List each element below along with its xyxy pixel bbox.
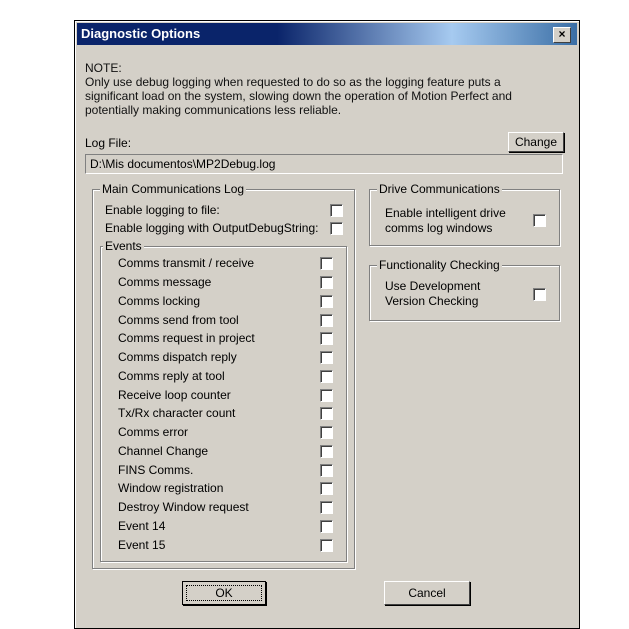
functionality-title: Functionality Checking [377, 258, 502, 272]
event-checkbox[interactable] [320, 482, 333, 495]
event-checkbox[interactable] [320, 445, 333, 458]
ok-button[interactable]: OK [182, 581, 266, 605]
functionality-label: Use Development Version Checking [385, 279, 480, 309]
drive-communications-group: Drive Communications Enable intelligent … [369, 182, 560, 246]
event-label: Comms reply at tool [118, 369, 225, 383]
event-label: Comms dispatch reply [118, 350, 237, 364]
event-row: Comms reply at tool [118, 367, 225, 385]
main-communications-log-group: Main Communications Log Enable logging t… [92, 182, 355, 569]
event-row: Comms message [118, 273, 211, 291]
drive-label: Enable intelligent drive comms log windo… [385, 206, 506, 236]
log-file-label: Log File: [85, 136, 132, 150]
event-label: Comms error [118, 425, 189, 439]
event-row: Comms send from tool [118, 311, 239, 329]
dialog-title: Diagnostic Options [81, 26, 201, 41]
events-group: Events Comms transmit / receive Comms me… [100, 239, 347, 562]
functionality-checking-group: Functionality Checking Use Development V… [369, 258, 560, 321]
diagnostic-options-dialog: Diagnostic Options × NOTE: Only use debu… [74, 20, 580, 629]
event-label: Comms message [118, 275, 212, 289]
dev-version-checkbox[interactable] [533, 288, 546, 301]
event-row: Window registration [118, 479, 223, 497]
event-label: Window registration [118, 481, 224, 495]
cancel-button[interactable]: Cancel [384, 581, 470, 605]
event-checkbox[interactable] [320, 539, 333, 552]
enable-file-label: Enable logging to file: [105, 203, 220, 217]
event-checkbox[interactable] [320, 295, 333, 308]
event-row: Comms transmit / receive [118, 254, 254, 272]
drive-log-checkbox[interactable] [533, 214, 546, 227]
event-row: Receive loop counter [118, 386, 231, 404]
event-row: Comms error [118, 423, 188, 441]
event-checkbox[interactable] [320, 332, 333, 345]
event-label: Event 14 [118, 519, 166, 533]
enable-debugstring-checkbox[interactable] [330, 222, 343, 235]
event-row: Destroy Window request [118, 498, 249, 516]
focus-rect [186, 585, 262, 601]
event-label: Destroy Window request [118, 500, 249, 514]
close-icon[interactable]: × [553, 27, 571, 43]
event-checkbox[interactable] [320, 314, 333, 327]
event-label: Comms transmit / receive [118, 256, 255, 270]
event-checkbox[interactable] [320, 370, 333, 383]
drive-title: Drive Communications [377, 182, 502, 196]
event-checkbox[interactable] [320, 351, 333, 364]
event-label: Receive loop counter [118, 388, 231, 402]
functionality-label-line2: Version Checking [385, 294, 479, 308]
change-button[interactable]: Change [508, 132, 564, 152]
event-row: Channel Change [118, 442, 208, 460]
log-file-field[interactable]: D:\Mis documentos\MP2Debug.log [85, 154, 563, 174]
event-label: Comms locking [118, 294, 201, 308]
cancel-button-label: Cancel [408, 586, 446, 600]
event-checkbox[interactable] [320, 407, 333, 420]
events-title: Events [103, 239, 144, 253]
event-checkbox[interactable] [320, 501, 333, 514]
event-checkbox[interactable] [320, 257, 333, 270]
event-label: Tx/Rx character count [118, 406, 236, 420]
change-button-label: Change [514, 135, 558, 149]
event-row: Comms request in project [118, 329, 255, 347]
event-checkbox[interactable] [320, 426, 333, 439]
event-label: Channel Change [118, 444, 209, 458]
event-checkbox[interactable] [320, 389, 333, 402]
event-label: Event 15 [118, 538, 166, 552]
note-text: Only use debug logging when requested to… [85, 75, 512, 117]
event-row: Tx/Rx character count [118, 404, 235, 422]
note-heading: NOTE: [85, 61, 122, 75]
event-label: Comms send from tool [118, 313, 239, 327]
main-log-title: Main Communications Log [100, 182, 247, 196]
enable-file-checkbox[interactable] [330, 204, 343, 217]
note-section: NOTE: Only use debug logging when reques… [85, 61, 555, 117]
event-checkbox[interactable] [320, 276, 333, 289]
event-label: Comms request in project [118, 331, 255, 345]
event-row: Event 15 [118, 536, 165, 554]
enable-debugstring-label: Enable logging with OutputDebugString: [105, 221, 319, 235]
event-row: FINS Comms. [118, 461, 193, 479]
event-row: Event 14 [118, 517, 165, 535]
event-row: Comms locking [118, 292, 200, 310]
event-checkbox[interactable] [320, 464, 333, 477]
event-checkbox[interactable] [320, 520, 333, 533]
event-row: Comms dispatch reply [118, 348, 237, 366]
drive-label-line2: comms log windows [385, 221, 493, 235]
title-bar[interactable]: Diagnostic Options × [77, 23, 577, 45]
event-label: FINS Comms. [118, 463, 194, 477]
functionality-label-line1: Use Development [385, 279, 481, 293]
drive-label-line1: Enable intelligent drive [385, 206, 506, 220]
